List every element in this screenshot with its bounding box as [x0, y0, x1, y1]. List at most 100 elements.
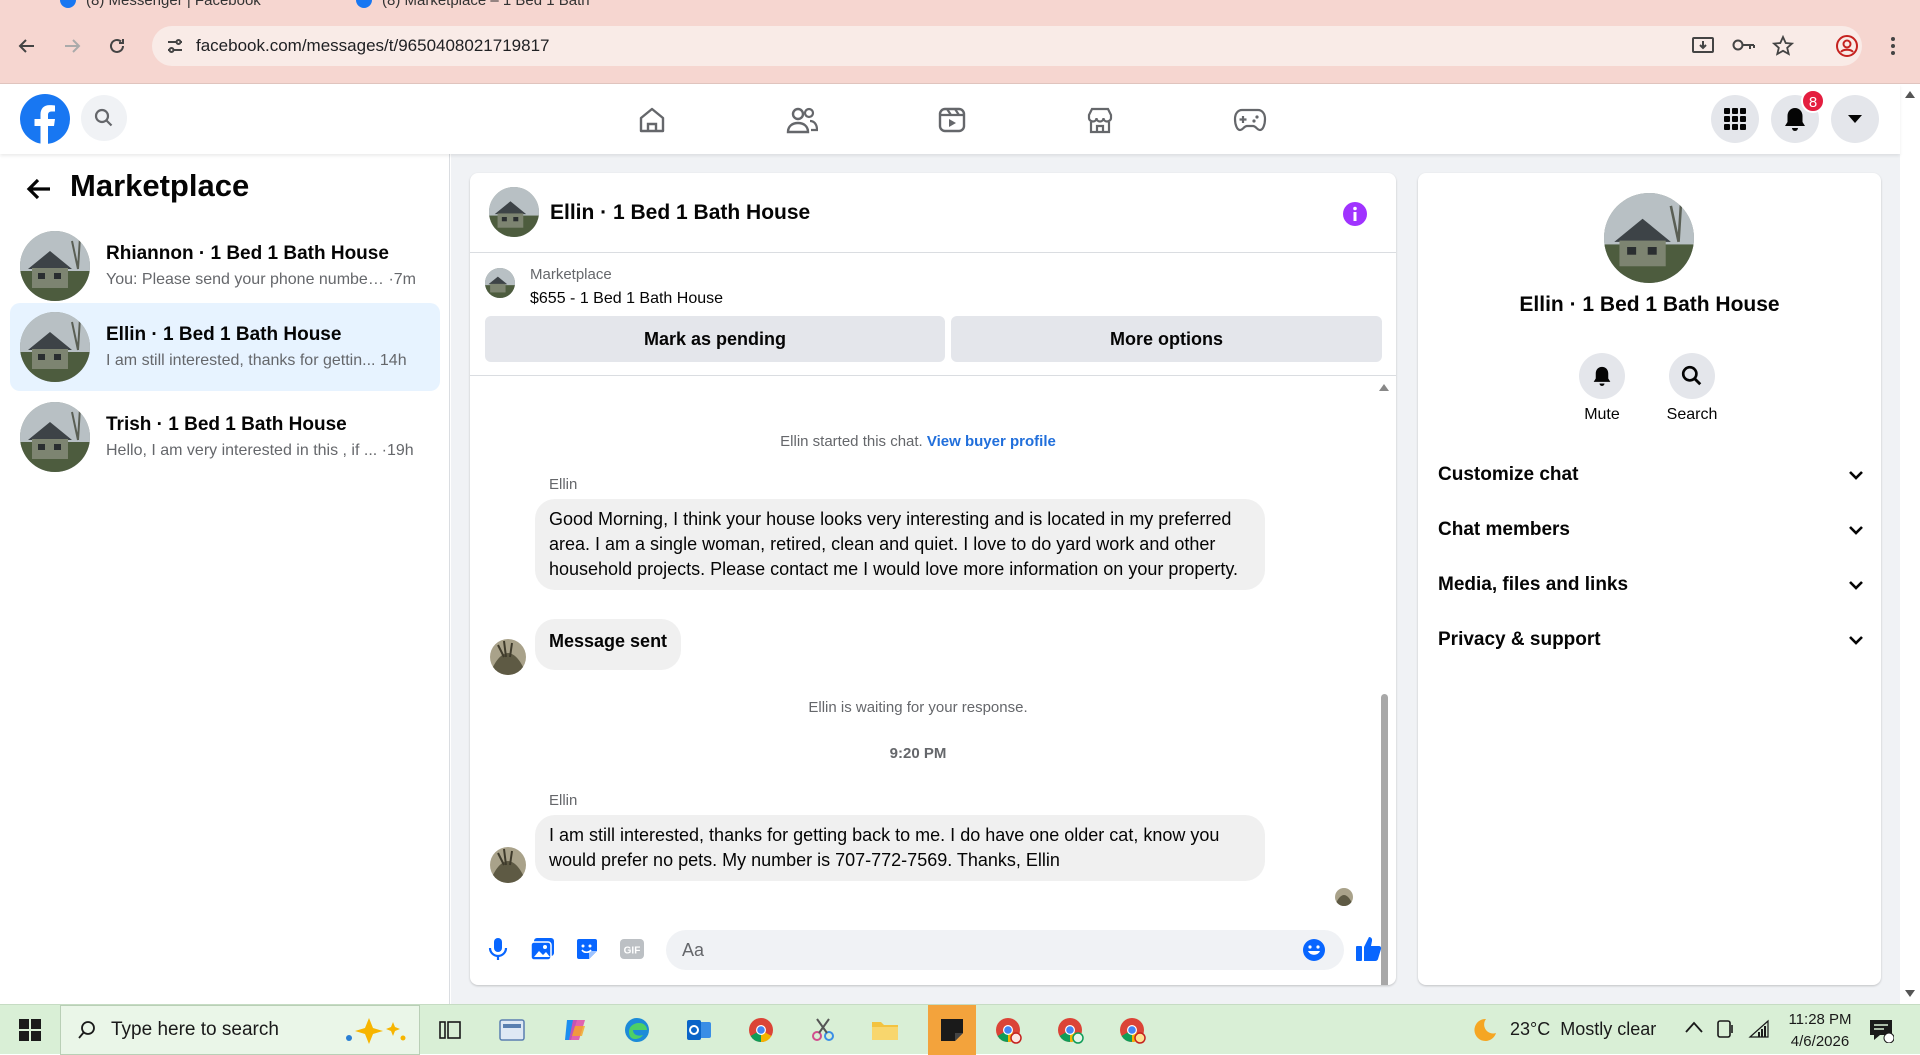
more-options-button[interactable]: More options	[951, 316, 1382, 362]
page-scrollbar[interactable]	[1900, 84, 1920, 1004]
bookmark-star-icon[interactable]	[1772, 35, 1794, 57]
conversation-item-ellin[interactable]: Ellin · 1 Bed 1 Bath House I am still in…	[10, 303, 440, 391]
search-label: Search	[1666, 406, 1718, 423]
sender-name: Ellin	[549, 476, 578, 493]
forward-icon[interactable]	[57, 31, 87, 61]
facebook-logo-icon[interactable]	[20, 94, 70, 144]
view-buyer-profile-link[interactable]: View buyer profile	[927, 433, 1056, 450]
weather-moon-icon[interactable]	[1470, 1017, 1498, 1043]
site-info-icon[interactable]	[166, 38, 184, 54]
customize-chat-section[interactable]: Customize chat	[1438, 455, 1863, 495]
conversation-preview: Hello, I am very interested in this , if…	[106, 442, 378, 459]
sticky-notes-icon[interactable]	[928, 1005, 976, 1055]
chevron-up-icon[interactable]	[1685, 1021, 1703, 1033]
url-text: facebook.com/messages/t/9650408021719817	[196, 36, 550, 55]
task-view-icon[interactable]	[432, 1013, 468, 1047]
seen-avatar	[1335, 888, 1353, 906]
facebook-search-button[interactable]	[81, 95, 127, 141]
listing-thumbnail[interactable]	[485, 268, 515, 298]
taskbar-search-placeholder: Type here to search	[111, 1019, 279, 1040]
emoji-icon[interactable]	[1302, 938, 1326, 962]
clock-time[interactable]: 11:28 PM	[1780, 1011, 1860, 1028]
sender-avatar[interactable]	[490, 639, 526, 675]
conversation-item-rhiannon[interactable]: Rhiannon · 1 Bed 1 Bath House You: Pleas…	[10, 222, 440, 310]
details-avatar[interactable]	[1604, 193, 1694, 283]
app-icon[interactable]	[494, 1013, 530, 1047]
mute-button[interactable]	[1579, 353, 1625, 399]
search-in-chat-button[interactable]	[1669, 353, 1715, 399]
notification-center-icon[interactable]	[1868, 1017, 1894, 1043]
listing-title[interactable]: $655 - 1 Bed 1 Bath House	[530, 290, 723, 308]
chrome-profile-icon[interactable]	[1114, 1013, 1150, 1047]
nav-friends[interactable]	[772, 98, 832, 142]
tab-messenger[interactable]: (8) Messenger | Facebook	[60, 0, 261, 14]
listing-source: Marketplace	[530, 266, 612, 283]
photo-attach-icon[interactable]	[530, 937, 556, 961]
nav-marketplace[interactable]	[1070, 98, 1130, 142]
profile-icon[interactable]	[1832, 31, 1862, 61]
file-explorer-icon[interactable]	[867, 1013, 903, 1047]
back-icon[interactable]	[12, 31, 42, 61]
tab-marketplace[interactable]: (8) Marketplace – 1 Bed 1 Bath	[356, 0, 590, 14]
nav-home[interactable]	[622, 98, 682, 142]
chat-avatar[interactable]	[489, 187, 539, 237]
scroll-down-icon[interactable]	[1905, 990, 1915, 998]
wifi-icon[interactable]	[1748, 1019, 1770, 1039]
clock-date[interactable]: 4/6/2026	[1780, 1033, 1860, 1050]
sticker-icon[interactable]	[575, 937, 599, 961]
media-files-links-section[interactable]: Media, files and links	[1438, 565, 1863, 605]
message-input[interactable]: Aa	[666, 930, 1344, 970]
chat-info-icon[interactable]	[1342, 201, 1368, 227]
browser-menu-icon[interactable]	[1878, 31, 1908, 61]
chevron-down-icon	[1849, 525, 1863, 535]
scroll-up-icon[interactable]	[1905, 90, 1915, 98]
browser-toolbar: facebook.com/messages/t/9650408021719817	[0, 14, 1920, 84]
notifications-button[interactable]: 8	[1771, 89, 1825, 143]
display-icon[interactable]	[1715, 1019, 1735, 1039]
bell-icon	[1593, 366, 1611, 386]
message-bubble[interactable]: Good Morning, I think your house looks v…	[535, 499, 1265, 590]
chrome-profile-icon[interactable]	[1052, 1013, 1088, 1047]
facebook-favicon-icon	[356, 0, 372, 8]
chat-scrollbar[interactable]	[1378, 383, 1390, 985]
nav-video[interactable]	[922, 98, 982, 142]
chat-title[interactable]: Ellin · 1 Bed 1 Bath House	[550, 201, 810, 225]
install-app-icon[interactable]	[1692, 36, 1714, 56]
reload-icon[interactable]	[102, 31, 132, 61]
notification-badge: 8	[1801, 89, 1825, 113]
message-bubble[interactable]: I am still interested, thanks for gettin…	[535, 815, 1265, 881]
copilot-icon[interactable]	[557, 1013, 593, 1047]
voice-clip-icon[interactable]	[488, 937, 508, 961]
gif-icon[interactable]: GIF	[619, 938, 645, 960]
listing-thumbnail	[20, 231, 90, 301]
windows-taskbar: Type here to search 23°C Mostly clear 11…	[0, 1004, 1920, 1055]
weather-text[interactable]: 23°C Mostly clear	[1510, 1019, 1656, 1040]
conversation-list-pane: Marketplace Rhiannon · 1 Bed 1 Bath Hous…	[0, 154, 450, 1004]
account-menu-button[interactable]	[1831, 95, 1879, 143]
like-thumbs-up-icon[interactable]	[1355, 935, 1383, 963]
chat-members-section[interactable]: Chat members	[1438, 510, 1863, 550]
outlook-icon[interactable]	[681, 1013, 717, 1047]
message-timestamp: 9:20 PM	[889, 745, 947, 762]
privacy-support-section[interactable]: Privacy & support	[1438, 620, 1863, 660]
conversation-item-trish[interactable]: Trish · 1 Bed 1 Bath House Hello, I am v…	[10, 393, 440, 481]
sender-name: Ellin	[549, 792, 578, 809]
taskbar-search-box[interactable]: Type here to search	[60, 1005, 420, 1055]
menu-button[interactable]	[1711, 95, 1759, 143]
windows-start-icon[interactable]	[12, 1013, 48, 1047]
home-icon	[639, 107, 665, 133]
chrome-icon[interactable]	[743, 1013, 779, 1047]
mark-as-pending-button[interactable]: Mark as pending	[485, 316, 945, 362]
address-bar[interactable]: facebook.com/messages/t/9650408021719817	[152, 26, 1862, 66]
back-arrow-icon[interactable]	[24, 174, 54, 204]
edge-icon[interactable]	[619, 1013, 655, 1047]
chat-started-notice: Ellin started this chat. View buyer prof…	[780, 433, 1056, 450]
sender-avatar[interactable]	[490, 847, 526, 883]
password-key-icon[interactable]	[1732, 38, 1756, 52]
nav-gaming[interactable]	[1220, 98, 1280, 142]
conversation-name: Rhiannon · 1 Bed 1 Bath House	[106, 243, 389, 264]
message-bubble[interactable]: Message sent	[535, 619, 682, 670]
scroll-up-icon[interactable]	[1379, 383, 1389, 391]
snipping-tool-icon[interactable]	[805, 1013, 841, 1047]
chrome-profile-icon[interactable]	[990, 1013, 1026, 1047]
